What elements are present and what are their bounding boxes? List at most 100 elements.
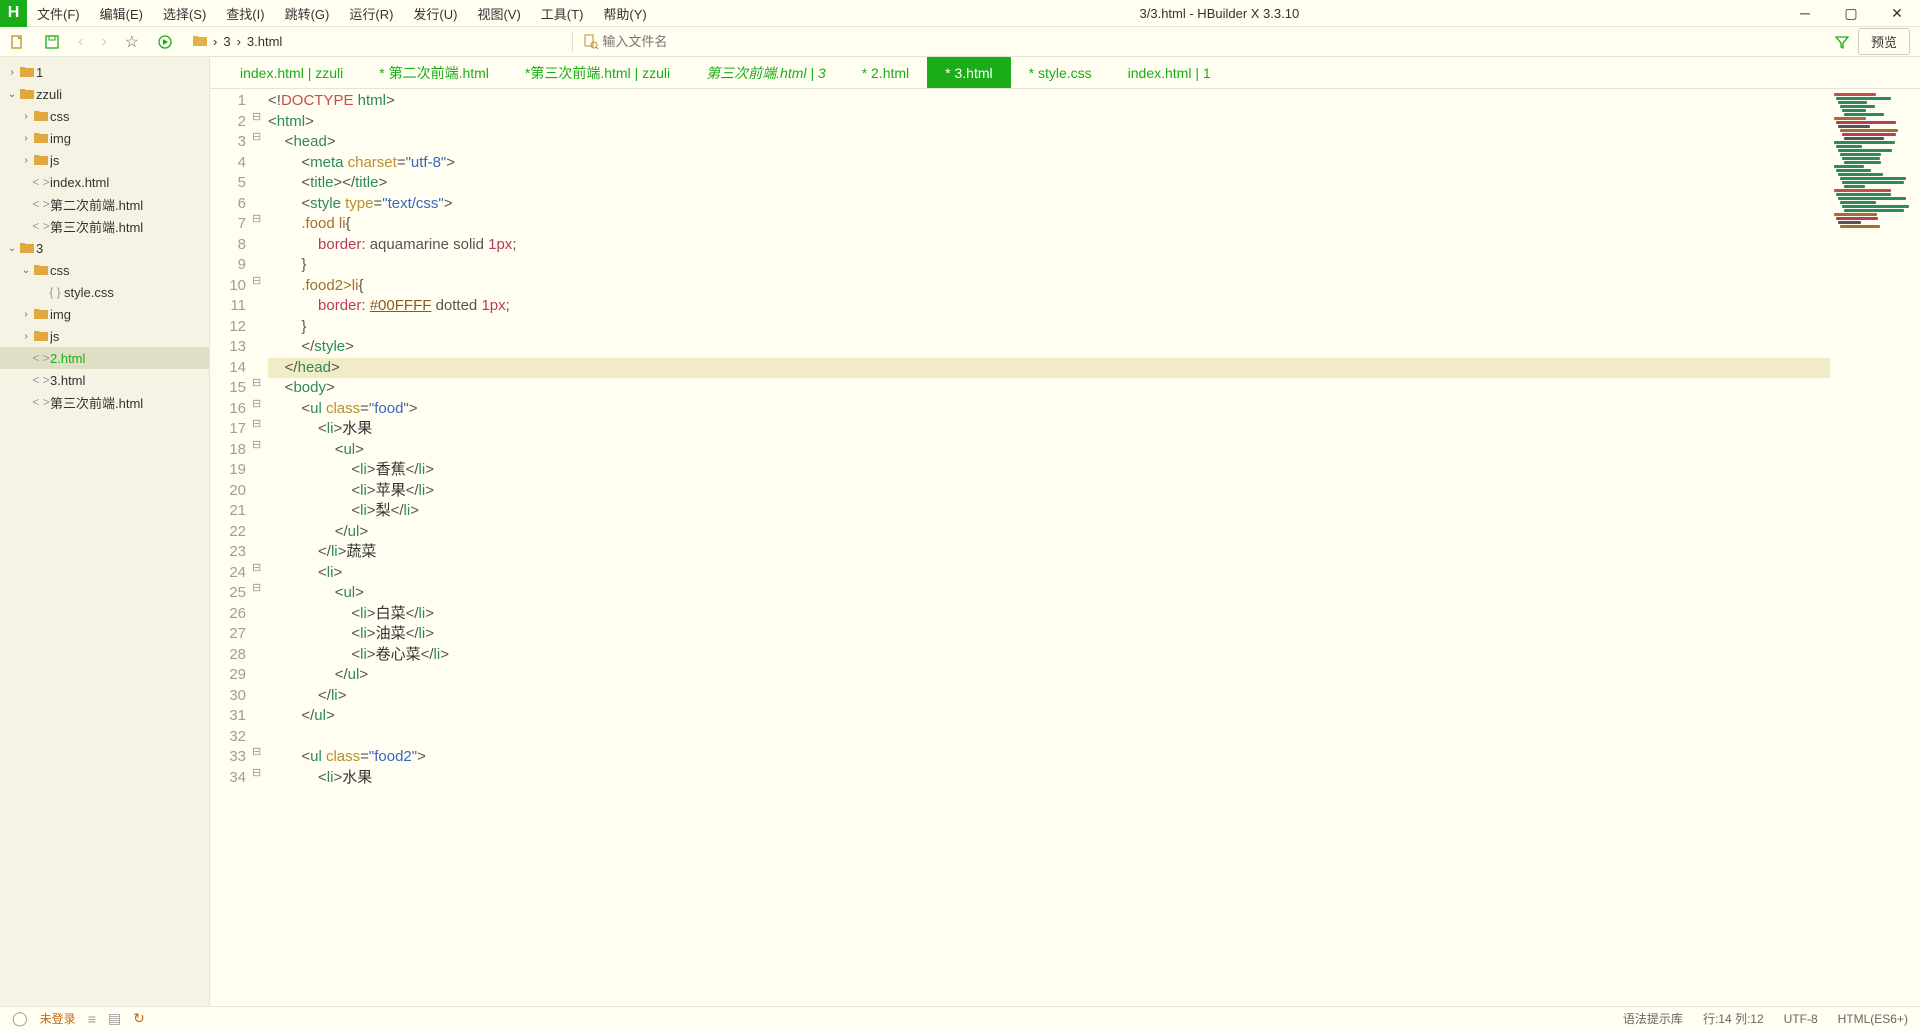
code-line[interactable]: <title></title> — [268, 173, 1830, 194]
code-line[interactable]: <li>水果 — [268, 419, 1830, 440]
code-line[interactable]: border: aquamarine solid 1px; — [268, 235, 1830, 256]
editor-tab[interactable]: * 2.html — [844, 57, 927, 89]
code-line[interactable]: </ul> — [268, 522, 1830, 543]
sync-icon[interactable]: ↻ — [133, 1010, 145, 1027]
tree-item[interactable]: ⌄3 — [0, 237, 209, 259]
code-line[interactable]: border: #00FFFF dotted 1px; — [268, 296, 1830, 317]
filter-icon[interactable] — [1834, 34, 1850, 50]
maximize-button[interactable]: ▢ — [1828, 0, 1874, 27]
minimap[interactable] — [1830, 89, 1920, 1006]
back-icon[interactable]: ‹ — [78, 33, 83, 51]
tree-item[interactable]: < >第二次前端.html — [0, 193, 209, 215]
code-line[interactable]: <head> — [268, 132, 1830, 153]
code-line[interactable]: <li> — [268, 563, 1830, 584]
fold-column[interactable]: ⊟⊟⊟⊟⊟⊟⊟⊟⊟⊟⊟⊟ — [252, 89, 268, 1006]
fold-marker[interactable]: ⊟ — [252, 212, 268, 233]
breadcrumb[interactable]: › 3 › 3.html — [193, 34, 282, 49]
code-line[interactable]: <li>白菜</li> — [268, 604, 1830, 625]
search-doc-icon[interactable] — [583, 34, 599, 50]
language-mode[interactable]: HTML(ES6+) — [1838, 1012, 1908, 1026]
save-icon[interactable] — [44, 34, 60, 50]
breadcrumb-folder[interactable]: 3 — [223, 34, 230, 49]
login-status[interactable]: 未登录 — [40, 1010, 76, 1027]
code-line[interactable]: } — [268, 317, 1830, 338]
fold-marker[interactable]: ⊟ — [252, 376, 268, 397]
menu-item[interactable]: 运行(R) — [339, 4, 403, 23]
editor-tab[interactable]: * style.css — [1011, 57, 1110, 89]
tree-arrow-icon[interactable]: ⌄ — [20, 265, 32, 276]
code-line[interactable]: } — [268, 255, 1830, 276]
editor-tab[interactable]: * 第二次前端.html — [361, 57, 507, 89]
fold-marker[interactable] — [252, 253, 268, 274]
close-button[interactable]: ✕ — [1874, 0, 1920, 27]
tree-arrow-icon[interactable]: › — [20, 133, 32, 144]
code-line[interactable]: <li>卷心菜</li> — [268, 645, 1830, 666]
fold-marker[interactable] — [252, 725, 268, 746]
fold-marker[interactable]: ⊟ — [252, 110, 268, 131]
tree-item[interactable]: < >3.html — [0, 369, 209, 391]
terminal-icon[interactable]: ▤ — [108, 1010, 121, 1027]
code-line[interactable]: .food li{ — [268, 214, 1830, 235]
fold-marker[interactable] — [252, 151, 268, 172]
code-line[interactable]: <html> — [268, 112, 1830, 133]
tree-item[interactable]: < >2.html — [0, 347, 209, 369]
tree-arrow-icon[interactable]: › — [20, 155, 32, 166]
cursor-position[interactable]: 行:14 列:12 — [1703, 1010, 1764, 1027]
tree-item[interactable]: ›css — [0, 105, 209, 127]
tree-item[interactable]: ⌄css — [0, 259, 209, 281]
tree-item[interactable]: < >第三次前端.html — [0, 215, 209, 237]
tree-arrow-icon[interactable]: ⌄ — [6, 243, 18, 254]
menu-item[interactable]: 选择(S) — [153, 4, 216, 23]
run-icon[interactable] — [157, 34, 173, 50]
fold-marker[interactable]: ⊟ — [252, 745, 268, 766]
tree-item[interactable]: ›img — [0, 303, 209, 325]
fold-marker[interactable] — [252, 458, 268, 479]
fold-marker[interactable] — [252, 622, 268, 643]
fold-marker[interactable]: ⊟ — [252, 274, 268, 295]
fold-marker[interactable]: ⊟ — [252, 766, 268, 787]
fold-marker[interactable] — [252, 294, 268, 315]
code-line[interactable]: <meta charset="utf-8"> — [268, 153, 1830, 174]
code-line[interactable]: </ul> — [268, 665, 1830, 686]
code-line[interactable]: </style> — [268, 337, 1830, 358]
user-icon[interactable]: ◯ — [12, 1010, 28, 1027]
code-line[interactable]: <li>香蕉</li> — [268, 460, 1830, 481]
tree-arrow-icon[interactable]: › — [20, 111, 32, 122]
preview-button[interactable]: 预览 — [1858, 28, 1910, 55]
code-line[interactable]: <ul class="food2"> — [268, 747, 1830, 768]
fold-marker[interactable] — [252, 602, 268, 623]
search-input[interactable] — [599, 31, 799, 52]
editor-tab[interactable]: index.html | 1 — [1110, 57, 1229, 89]
code-line[interactable]: </head> — [268, 358, 1830, 379]
file-explorer[interactable]: ›1⌄zzuli›css›img›js< >index.html< >第二次前端… — [0, 57, 210, 1006]
editor-tab[interactable]: *第三次前端.html | zzuli — [507, 57, 688, 89]
fold-marker[interactable] — [252, 192, 268, 213]
fold-marker[interactable]: ⊟ — [252, 438, 268, 459]
star-icon[interactable]: ☆ — [125, 32, 139, 52]
code-line[interactable]: <!DOCTYPE html> — [268, 91, 1830, 112]
code-line[interactable]: </li>蔬菜 — [268, 542, 1830, 563]
code-line[interactable]: <li>油菜</li> — [268, 624, 1830, 645]
fold-marker[interactable] — [252, 520, 268, 541]
fold-marker[interactable] — [252, 663, 268, 684]
fold-marker[interactable] — [252, 315, 268, 336]
tree-item[interactable]: < >index.html — [0, 171, 209, 193]
code-line[interactable]: <ul> — [268, 583, 1830, 604]
fold-marker[interactable]: ⊟ — [252, 130, 268, 151]
tree-item[interactable]: ›1 — [0, 61, 209, 83]
fold-marker[interactable] — [252, 499, 268, 520]
code-line[interactable]: <ul class="food"> — [268, 399, 1830, 420]
tree-arrow-icon[interactable]: › — [20, 309, 32, 320]
menu-item[interactable]: 工具(T) — [531, 4, 594, 23]
fold-marker[interactable] — [252, 540, 268, 561]
editor-tab[interactable]: 第三次前端.html | 3 — [688, 57, 844, 89]
code-line[interactable]: </ul> — [268, 706, 1830, 727]
code-line[interactable]: .food2>li{ — [268, 276, 1830, 297]
tree-item[interactable]: { }style.css — [0, 281, 209, 303]
code-line[interactable]: <li>梨</li> — [268, 501, 1830, 522]
editor-tab[interactable]: * 3.html — [927, 57, 1010, 89]
tree-item[interactable]: ›js — [0, 149, 209, 171]
tree-arrow-icon[interactable]: ⌄ — [6, 89, 18, 100]
code-line[interactable]: <ul> — [268, 440, 1830, 461]
code-line[interactable]: </li> — [268, 686, 1830, 707]
